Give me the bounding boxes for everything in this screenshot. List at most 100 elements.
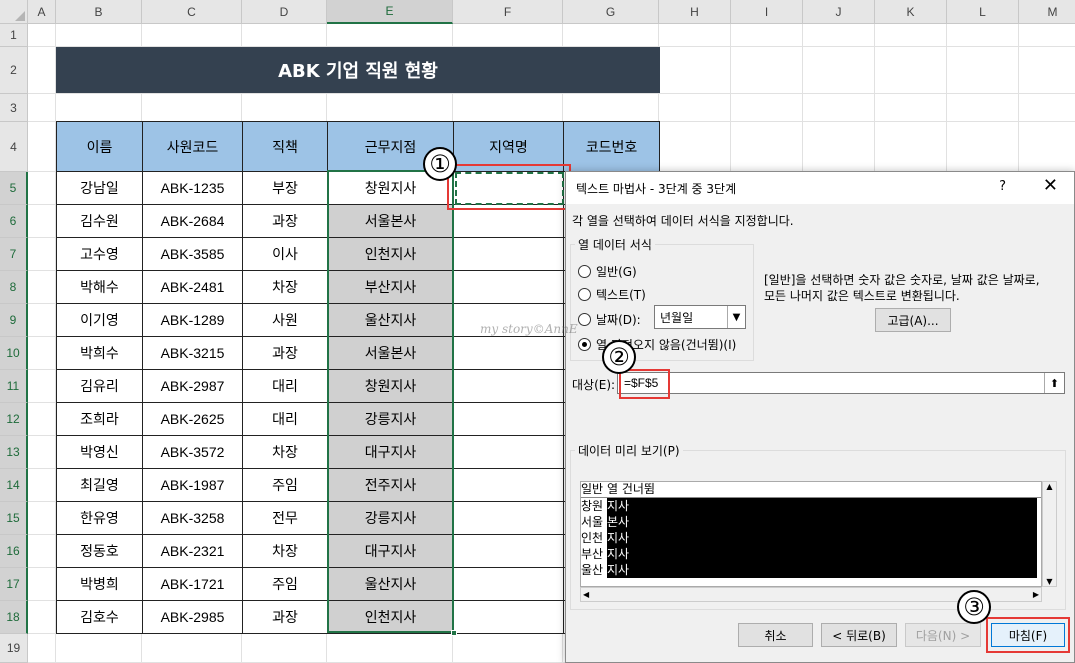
column-header-g[interactable]: G xyxy=(563,0,659,24)
data-preview-box[interactable]: 일반 열 건너뜀 창원 지사 서울 본사 인천 지사 부산 지사 울산 지사 xyxy=(580,481,1042,587)
cell-name[interactable]: 김수원 xyxy=(56,204,143,238)
cell-position[interactable]: 차장 xyxy=(242,534,328,568)
cell-position[interactable]: 주임 xyxy=(242,468,328,502)
scroll-up-icon[interactable]: ▲ xyxy=(1046,482,1052,491)
cell-branch[interactable]: 울산지사 xyxy=(327,303,454,337)
row-header-1[interactable]: 1 xyxy=(0,24,28,47)
cell-branch[interactable]: 서울본사 xyxy=(327,336,454,370)
cell-branch[interactable]: 강릉지사 xyxy=(327,501,454,535)
cell-name[interactable]: 김호수 xyxy=(56,600,143,634)
cell-code[interactable]: ABK-3215 xyxy=(142,336,243,370)
column-header-k[interactable]: K xyxy=(875,0,947,24)
cell-branch[interactable]: 강릉지사 xyxy=(327,402,454,436)
column-header-d[interactable]: D xyxy=(242,0,327,24)
cell-region[interactable] xyxy=(453,600,564,634)
next-button[interactable]: 다음(N) > xyxy=(905,623,981,647)
cell-position[interactable]: 과장 xyxy=(242,336,328,370)
fill-handle[interactable] xyxy=(451,630,457,636)
cell-name[interactable]: 고수영 xyxy=(56,237,143,271)
preview-vertical-scrollbar[interactable]: ▲ ▼ xyxy=(1042,481,1057,587)
column-header-i[interactable]: I xyxy=(731,0,803,24)
cell-name[interactable]: 조희라 xyxy=(56,402,143,436)
row-header-7[interactable]: 7 xyxy=(0,238,28,271)
cell-branch[interactable]: 서울본사 xyxy=(327,204,454,238)
help-button[interactable]: ? xyxy=(999,179,1006,194)
cell-code[interactable]: ABK-1235 xyxy=(142,171,243,205)
cell-code[interactable]: ABK-2481 xyxy=(142,270,243,304)
column-header-e[interactable]: E xyxy=(327,0,453,24)
cell-code[interactable]: ABK-3585 xyxy=(142,237,243,271)
collapse-dialog-icon[interactable]: ⬆ xyxy=(1044,373,1064,393)
cell-region[interactable] xyxy=(453,369,564,403)
cell-branch[interactable]: 전주지사 xyxy=(327,468,454,502)
column-header-f[interactable]: F xyxy=(453,0,563,24)
cell-code[interactable]: ABK-1987 xyxy=(142,468,243,502)
select-all-corner[interactable] xyxy=(0,0,28,24)
column-header-l[interactable]: L xyxy=(947,0,1019,24)
cell-name[interactable]: 최길영 xyxy=(56,468,143,502)
cell-position[interactable]: 차장 xyxy=(242,435,328,469)
row-header-19[interactable]: 19 xyxy=(0,634,28,663)
row-header-3[interactable]: 3 xyxy=(0,94,28,122)
cell-region[interactable] xyxy=(453,402,564,436)
cell-region[interactable] xyxy=(453,468,564,502)
advanced-button[interactable]: 고급(A)... xyxy=(875,308,951,332)
column-header-j[interactable]: J xyxy=(803,0,875,24)
column-header-m[interactable]: M xyxy=(1019,0,1075,24)
cell-region[interactable] xyxy=(453,567,564,601)
cell-position[interactable]: 대리 xyxy=(242,402,328,436)
column-header-b[interactable]: B xyxy=(56,0,142,24)
row-header-13[interactable]: 13 xyxy=(0,436,28,469)
cell-branch[interactable]: 대구지사 xyxy=(327,534,454,568)
cell-name[interactable]: 정동호 xyxy=(56,534,143,568)
cell-position[interactable]: 사원 xyxy=(242,303,328,337)
cell-branch[interactable]: 창원지사 xyxy=(327,369,454,403)
row-header-16[interactable]: 16 xyxy=(0,535,28,568)
cell-name[interactable]: 한유영 xyxy=(56,501,143,535)
row-header-14[interactable]: 14 xyxy=(0,469,28,502)
cell-branch[interactable]: 인천지사 xyxy=(327,237,454,271)
row-header-8[interactable]: 8 xyxy=(0,271,28,304)
cell-region[interactable] xyxy=(453,435,564,469)
cell-code[interactable]: ABK-3258 xyxy=(142,501,243,535)
radio-date[interactable]: 날짜(D): xyxy=(578,311,641,328)
row-header-15[interactable]: 15 xyxy=(0,502,28,535)
cell-branch[interactable]: 부산지사 xyxy=(327,270,454,304)
row-header-5[interactable]: 5 xyxy=(0,172,28,205)
destination-input[interactable]: =$F$5 ⬆ xyxy=(617,372,1065,394)
cell-name[interactable]: 박영신 xyxy=(56,435,143,469)
cell-position[interactable]: 전무 xyxy=(242,501,328,535)
cell-name[interactable]: 박병희 xyxy=(56,567,143,601)
cell-region[interactable] xyxy=(453,501,564,535)
cell-name[interactable]: 강남일 xyxy=(56,171,143,205)
row-header-10[interactable]: 10 xyxy=(0,337,28,370)
column-header-a[interactable]: A xyxy=(28,0,56,24)
cell-position[interactable]: 대리 xyxy=(242,369,328,403)
cell-region[interactable] xyxy=(453,336,564,370)
cell-code[interactable]: ABK-2987 xyxy=(142,369,243,403)
chevron-down-icon[interactable]: ▼ xyxy=(727,306,745,328)
row-header-18[interactable]: 18 xyxy=(0,601,28,634)
cell-code[interactable]: ABK-2985 xyxy=(142,600,243,634)
cell-name[interactable]: 이기영 xyxy=(56,303,143,337)
column-header-c[interactable]: C xyxy=(142,0,242,24)
row-header-12[interactable]: 12 xyxy=(0,403,28,436)
row-header-17[interactable]: 17 xyxy=(0,568,28,601)
cell-position[interactable]: 이사 xyxy=(242,237,328,271)
header-code-number[interactable]: 코드번호 xyxy=(563,121,660,172)
row-header-9[interactable]: 9 xyxy=(0,304,28,337)
cell-region[interactable] xyxy=(453,534,564,568)
cell-name[interactable]: 김유리 xyxy=(56,369,143,403)
header-position[interactable]: 직책 xyxy=(242,121,328,172)
column-header-h[interactable]: H xyxy=(659,0,731,24)
row-header-4[interactable]: 4 xyxy=(0,122,28,172)
preview-header[interactable]: 일반 열 건너뜀 xyxy=(581,482,1041,498)
cell-position[interactable]: 주임 xyxy=(242,567,328,601)
cell-code[interactable]: ABK-2625 xyxy=(142,402,243,436)
scroll-down-icon[interactable]: ▼ xyxy=(1046,577,1052,586)
sheet-title[interactable]: ABK 기업 직원 현황 xyxy=(56,47,660,93)
radio-text[interactable]: 텍스트(T) xyxy=(578,286,646,303)
cell-position[interactable]: 차장 xyxy=(242,270,328,304)
header-name[interactable]: 이름 xyxy=(56,121,143,172)
cell-name[interactable]: 박해수 xyxy=(56,270,143,304)
